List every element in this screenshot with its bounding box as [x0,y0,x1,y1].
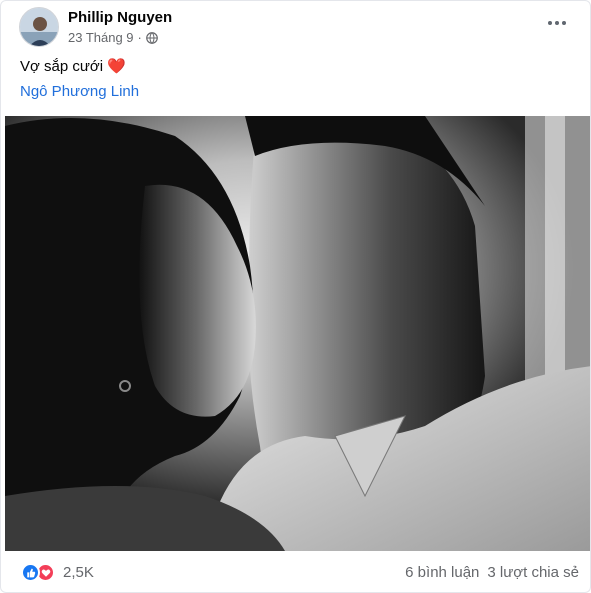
comments-count-link[interactable]: 6 bình luận [405,564,479,581]
post-photo[interactable] [5,116,590,551]
couple-photo-image [5,116,590,551]
post-card: Phillip Nguyen 23 Tháng 9 · Vợ sắp cưới … [0,0,591,593]
more-dot [562,21,566,25]
post-footer: 2,5K 6 bình luận 3 lượt chia sẻ [1,551,590,592]
avatar-photo-icon [20,8,58,46]
reaction-count: 2,5K [63,564,94,581]
post-date[interactable]: 23 Tháng 9 [68,30,134,45]
shares-count-link[interactable]: 3 lượt chia sẻ [487,564,579,581]
engagement-stats: 6 bình luận 3 lượt chia sẻ [405,564,579,581]
like-icon [21,563,40,582]
post-caption: Vợ sắp cưới [20,58,104,75]
globe-icon[interactable] [146,31,158,44]
meta-separator: · [137,30,142,45]
more-dot [555,21,559,25]
post-meta: 23 Tháng 9 · [68,30,158,45]
author-avatar[interactable] [19,7,59,47]
reactions-summary[interactable]: 2,5K [21,563,94,582]
post-text: Vợ sắp cưới ❤️ [20,57,126,75]
heart-emoji: ❤️ [107,58,126,75]
author-name[interactable]: Phillip Nguyen [68,9,172,26]
post-header: Phillip Nguyen 23 Tháng 9 · [15,7,578,51]
more-dot [548,21,552,25]
more-options-button[interactable] [544,13,570,33]
tagged-person-link[interactable]: Ngô Phương Linh [20,83,139,100]
